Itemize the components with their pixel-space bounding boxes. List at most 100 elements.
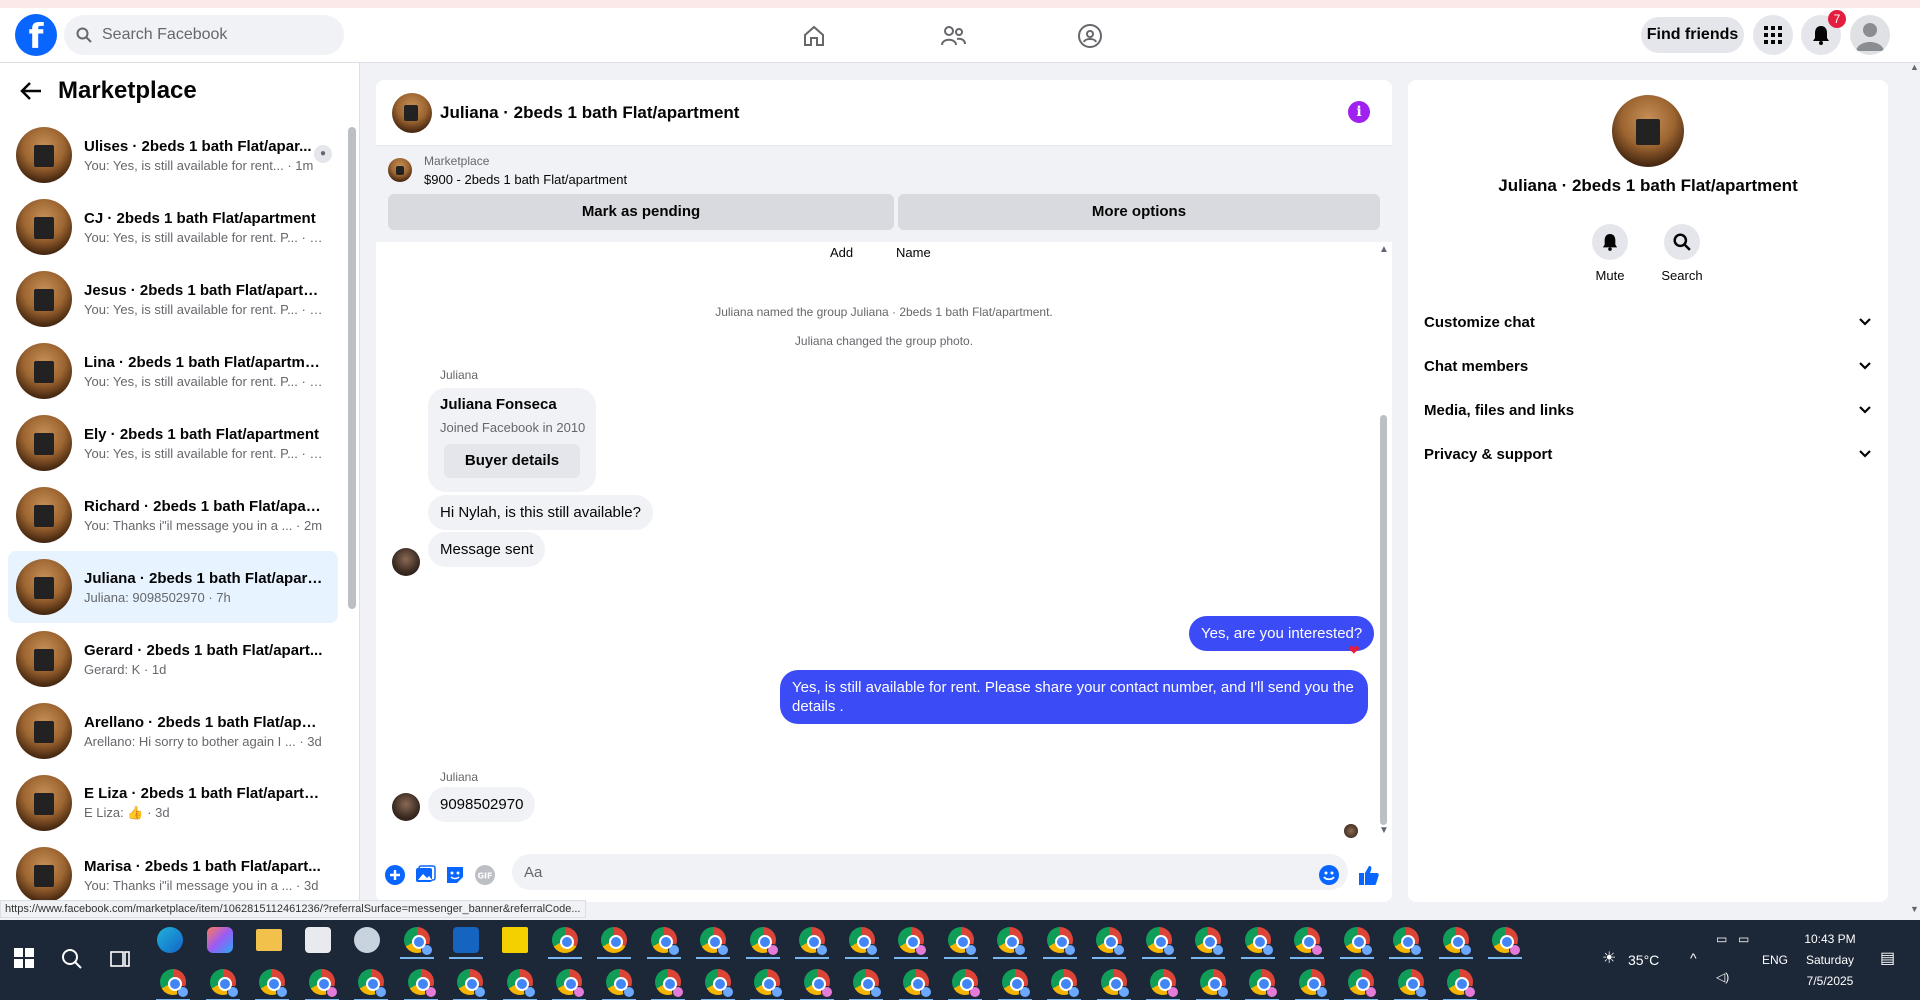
find-friends-button[interactable]: Find friends (1641, 17, 1744, 53)
add-plus-icon[interactable] (384, 864, 406, 886)
group-photo[interactable] (1612, 95, 1684, 167)
menu-grid-icon[interactable] (1753, 15, 1793, 55)
conversation-item[interactable]: E Liza · 2beds 1 bath Flat/apartm... E Li… (8, 767, 338, 839)
chrome-icon[interactable] (1488, 927, 1522, 959)
chrome-icon[interactable] (998, 969, 1032, 1000)
chrome-icon[interactable] (651, 969, 685, 1000)
conversation-item-active[interactable]: Juliana · 2beds 1 bath Flat/apart... Juli… (8, 551, 338, 623)
file-explorer-icon[interactable] (256, 929, 282, 951)
chat-group-photo[interactable] (392, 92, 432, 133)
chrome-icon[interactable] (1047, 969, 1081, 1000)
chrome-icon[interactable] (1295, 969, 1329, 1000)
chrome-icon[interactable] (1389, 927, 1423, 959)
chrome-icon[interactable] (206, 969, 240, 1000)
chrome-icon[interactable] (899, 969, 933, 1000)
volume-icon[interactable]: ◁) (1716, 970, 1729, 984)
conversation-item[interactable]: Lina · 2beds 1 bath Flat/apartment You: Y… (8, 335, 338, 407)
chrome-icon[interactable] (696, 927, 730, 959)
search-box[interactable]: Search Facebook (64, 15, 344, 55)
chrome-icon[interactable] (597, 927, 631, 959)
chrome-icon[interactable] (845, 927, 879, 959)
chrome-icon[interactable] (1439, 927, 1473, 959)
chrome-icon[interactable] (948, 969, 982, 1000)
message-bubble[interactable]: Message sent (428, 532, 546, 567)
chrome-icon[interactable] (849, 969, 883, 1000)
back-arrow-icon[interactable] (20, 82, 42, 100)
chrome-icon[interactable] (1443, 969, 1477, 1000)
home-icon[interactable] (798, 20, 830, 52)
facebook-logo-icon[interactable]: f (15, 14, 57, 57)
task-view-icon[interactable] (108, 947, 134, 973)
page-scroll-up-icon[interactable]: ▲ (1910, 62, 1919, 72)
sticker-icon[interactable] (444, 864, 466, 886)
chrome-icon[interactable] (548, 927, 582, 959)
edge-browser-icon[interactable] (157, 927, 183, 953)
chrome-icon[interactable] (1394, 969, 1428, 1000)
tray-devices-icon[interactable]: ▭ (1716, 932, 1727, 946)
sender-avatar[interactable] (392, 793, 420, 821)
outlook-icon[interactable] (449, 927, 483, 959)
bell-icon[interactable] (1592, 224, 1628, 260)
language-indicator[interactable]: ENG (1762, 953, 1788, 967)
chat-scrollbar[interactable] (1380, 415, 1387, 825)
chrome-icon[interactable] (255, 969, 289, 1000)
chrome-icon[interactable] (602, 969, 636, 1000)
chrome-icon[interactable] (156, 969, 190, 1000)
message-bubble[interactable]: 9098502970 (428, 787, 536, 822)
chrome-icon[interactable] (1245, 969, 1279, 1000)
chrome-icon[interactable] (1241, 927, 1275, 959)
tray-chevron-up-icon[interactable]: ^ (1690, 950, 1697, 966)
conversation-item[interactable]: Jesus · 2beds 1 bath Flat/apartm... You: … (8, 263, 338, 335)
customize-chat-row[interactable]: Customize chat (1424, 300, 1872, 344)
conversation-item[interactable]: Arellano · 2beds 1 bath Flat/apar... Arel… (8, 695, 338, 767)
store-icon[interactable] (305, 927, 331, 953)
listing-thumbnail[interactable] (388, 158, 412, 182)
my-message-bubble[interactable]: Yes, are you interested? (1189, 616, 1375, 651)
conversation-list-scrollbar[interactable] (348, 127, 356, 609)
chrome-icon[interactable] (750, 969, 784, 1000)
message-input[interactable] (512, 854, 1348, 890)
clock-date[interactable]: 7/5/2025 (1800, 974, 1860, 988)
buyer-details-button[interactable]: Buyer details (444, 444, 580, 478)
weather-icon[interactable]: ☀ (1602, 948, 1616, 968)
sender-avatar[interactable] (392, 548, 420, 576)
chrome-icon[interactable] (404, 969, 438, 1000)
copilot-icon[interactable] (207, 927, 233, 953)
chrome-icon[interactable] (647, 927, 681, 959)
conversation-item[interactable]: Ely · 2beds 1 bath Flat/apartment You: Ye… (8, 407, 338, 479)
mute-action[interactable]: Mute (1570, 224, 1650, 283)
scroll-up-arrow-icon[interactable]: ▲ (1379, 244, 1389, 255)
listing-price-title[interactable]: $900 - 2beds 1 bath Flat/apartment (424, 172, 627, 187)
clock-day[interactable]: Saturday (1800, 953, 1860, 967)
taskbar-search-icon[interactable] (60, 947, 86, 973)
chrome-icon[interactable] (1092, 927, 1126, 959)
account-avatar[interactable] (1850, 15, 1890, 55)
info-icon[interactable]: i (1348, 101, 1370, 123)
windows-start-icon[interactable] (14, 948, 34, 968)
my-message-bubble[interactable]: Yes, is still available for rent. Please… (780, 670, 1368, 724)
chrome-icon[interactable] (1191, 927, 1225, 959)
friends-icon[interactable] (937, 20, 969, 52)
notification-center-icon[interactable]: ▤ (1880, 948, 1895, 968)
scroll-down-arrow-icon[interactable]: ▼ (1379, 825, 1389, 836)
media-files-links-row[interactable]: Media, files and links (1424, 388, 1872, 432)
groups-icon[interactable] (1074, 20, 1106, 52)
gif-icon[interactable]: GIF (474, 864, 496, 886)
chrome-icon[interactable] (400, 927, 434, 959)
sticky-notes-icon[interactable] (502, 927, 528, 953)
chrome-icon[interactable] (453, 969, 487, 1000)
privacy-support-row[interactable]: Privacy & support (1424, 432, 1872, 476)
chrome-icon[interactable] (1340, 927, 1374, 959)
conversation-item[interactable]: CJ · 2beds 1 bath Flat/apartment You: Yes… (8, 191, 338, 263)
message-bubble[interactable]: Hi Nylah, is this still available? (428, 495, 653, 530)
chrome-icon[interactable] (800, 969, 834, 1000)
search-action[interactable]: Search (1642, 224, 1722, 283)
chrome-icon[interactable] (1043, 927, 1077, 959)
weather-temperature[interactable]: 35°C (1628, 952, 1659, 968)
chat-members-row[interactable]: Chat members (1424, 344, 1872, 388)
chrome-icon[interactable] (503, 969, 537, 1000)
photo-icon[interactable] (414, 864, 436, 886)
conversation-item[interactable]: Gerard · 2beds 1 bath Flat/apart... Gerar… (8, 623, 338, 695)
chrome-icon[interactable] (1097, 969, 1131, 1000)
more-options-button[interactable]: More options (898, 194, 1380, 230)
